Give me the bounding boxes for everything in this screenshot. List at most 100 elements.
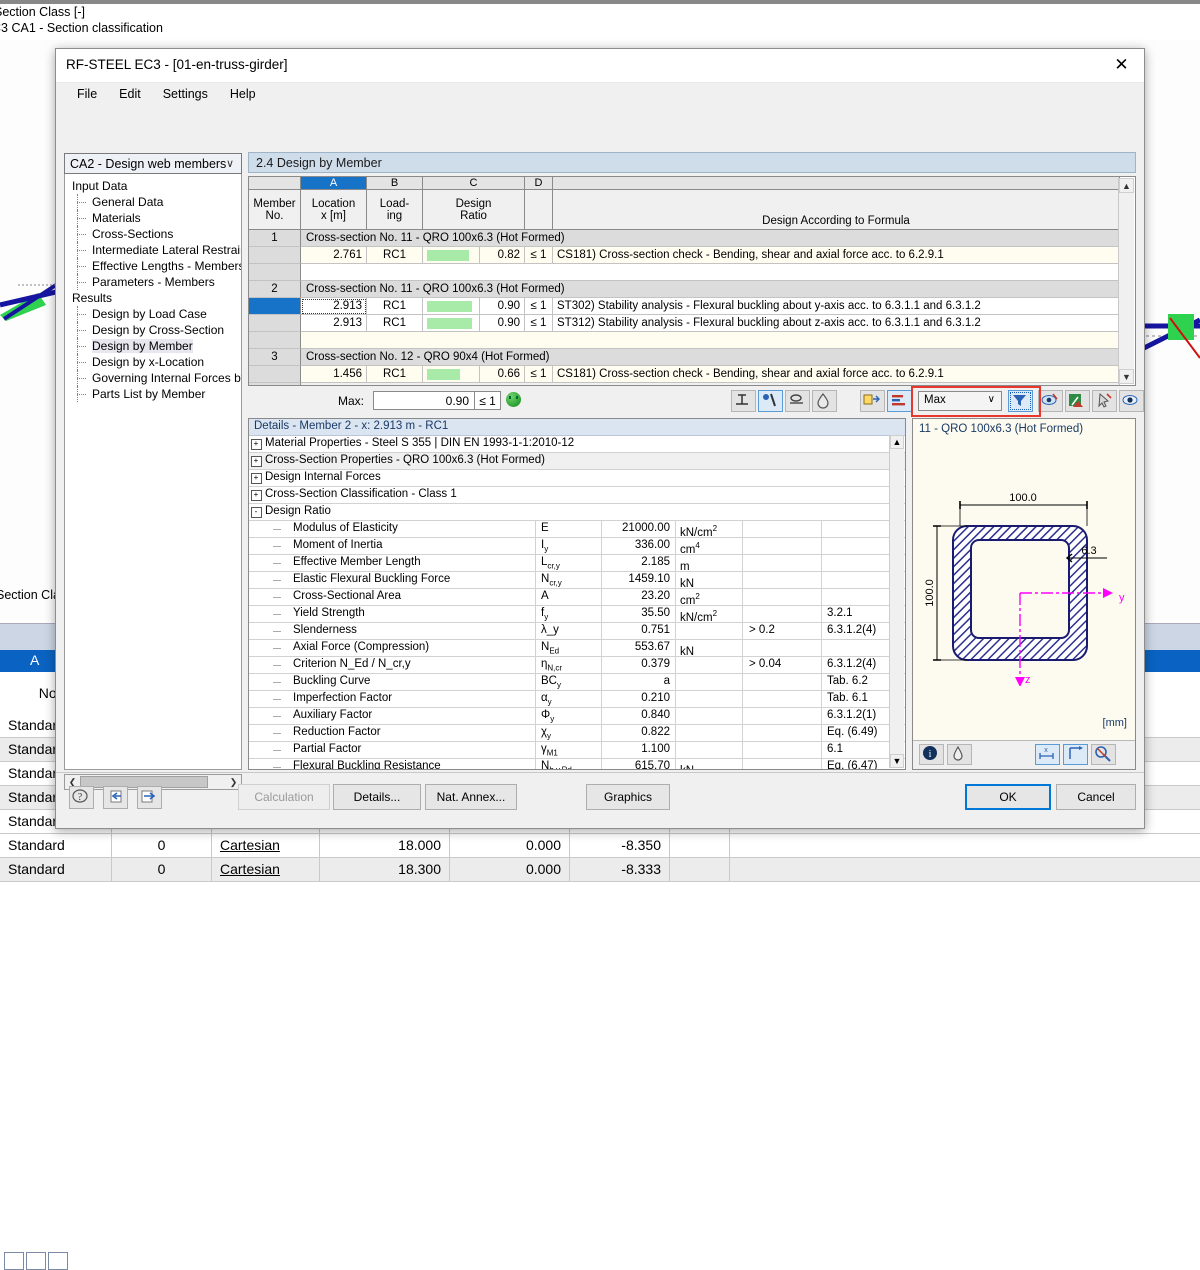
details-button[interactable]: Details...: [333, 784, 421, 810]
cell-loading[interactable]: RC1: [367, 247, 423, 264]
chevron-down-icon[interactable]: ∨: [226, 157, 234, 170]
close-icon[interactable]: ✕: [1099, 49, 1144, 81]
details-section-design-internal-forces[interactable]: + Design Internal Forces: [249, 470, 905, 487]
tree-item-cross-sections[interactable]: Cross-Sections: [65, 226, 241, 242]
help-icon[interactable]: ?: [69, 786, 94, 809]
ok-button[interactable]: OK: [965, 784, 1051, 810]
col-letter-c[interactable]: C: [423, 177, 525, 190]
table-row[interactable]: 2.761 RC1 0.82 ≤ 1 CS181) Cross-section …: [249, 247, 1135, 264]
tree-item-parameters-members[interactable]: Parameters - Members: [65, 274, 241, 290]
scroll-down-icon[interactable]: ▼: [890, 754, 904, 768]
tree-item-governing-internal-forces[interactable]: Governing Internal Forces by M: [65, 370, 241, 386]
color-spectrum-icon[interactable]: [812, 390, 837, 412]
results-toolbar[interactable]: Max: 0.90 ≤ 1 Max ∨: [248, 386, 1144, 417]
detail-row[interactable]: Modulus of Elasticity E 21000.00 kN/cm2: [249, 521, 905, 539]
row-header[interactable]: [249, 366, 301, 383]
cross-section-toolbar[interactable]: i x: [913, 740, 1135, 769]
cell-loading[interactable]: RC1: [367, 298, 423, 315]
detail-row[interactable]: Imperfection Factor αy 0.210 Tab. 6.1: [249, 691, 905, 708]
cancel-button[interactable]: Cancel: [1056, 784, 1136, 810]
detail-row[interactable]: Slenderness λ_y 0.751 > 0.2 6.3.1.2(4): [249, 623, 905, 640]
max-value-field[interactable]: 0.90: [373, 391, 475, 410]
col-letter-b[interactable]: B: [367, 177, 423, 190]
detail-row[interactable]: Flexural Buckling Resistance Nb,y,Rd 615.7…: [249, 759, 905, 769]
details-section-cross-section-properties[interactable]: + Cross-Section Properties - QRO 100x6.3…: [249, 453, 905, 470]
table-icon-2[interactable]: [26, 1252, 46, 1270]
visibility-eye-icon[interactable]: [1119, 390, 1144, 412]
menubar[interactable]: File Edit Settings Help: [56, 83, 1144, 105]
dialog-titlebar[interactable]: RF-STEEL EC3 - [01-en-truss-girder] ✕: [56, 49, 1144, 83]
table-icon-1[interactable]: [4, 1252, 24, 1270]
result-diagram-icon[interactable]: [758, 390, 783, 412]
next-icon[interactable]: [137, 786, 162, 809]
zoom-icon[interactable]: [1091, 744, 1116, 765]
table-icon-3[interactable]: [48, 1252, 68, 1270]
rf-steel-ec3-dialog[interactable]: RF-STEEL EC3 - [01-en-truss-girder] ✕ Fi…: [55, 48, 1145, 829]
table-row[interactable]: Standard 0 Cartesian 18.300 0.000 -8.333: [0, 858, 1200, 882]
row-header[interactable]: [249, 315, 301, 332]
tree-item-parts-list-by-member[interactable]: Parts List by Member: [65, 386, 241, 402]
col-letter-a[interactable]: A: [301, 177, 367, 190]
details-vertical-scrollbar[interactable]: ▲ ▼: [889, 435, 904, 768]
member-no[interactable]: 1: [249, 230, 301, 247]
excel-export-icon[interactable]: [1065, 390, 1090, 412]
member-no[interactable]: 3: [249, 349, 301, 366]
detail-row[interactable]: Criterion N_Ed / N_cr,y ηN,cr 0.379 > 0.04 6…: [249, 657, 905, 674]
menu-file[interactable]: File: [68, 85, 106, 103]
tree-item-effective-lengths-members[interactable]: Effective Lengths - Members: [65, 258, 241, 274]
cell-location[interactable]: 1.456: [301, 366, 367, 383]
cell-loading[interactable]: RC1: [367, 366, 423, 383]
table-row[interactable]: 1.456 RC1 0.66 ≤ 1 CS181) Cross-section …: [249, 366, 1135, 383]
tree-item-intermediate-lateral-restraints[interactable]: Intermediate Lateral Restraints: [65, 242, 241, 258]
detail-row[interactable]: Effective Member Length Lcr,y 2.185 m: [249, 555, 905, 573]
cell-loading[interactable]: RC1: [367, 315, 423, 332]
menu-settings[interactable]: Settings: [154, 85, 217, 103]
tree-item-design-by-cross-section[interactable]: Design by Cross-Section: [65, 322, 241, 338]
cell-location[interactable]: 2.913: [301, 298, 367, 315]
tree-item-results[interactable]: Results: [65, 290, 241, 306]
view-mode-icon[interactable]: [1038, 390, 1063, 412]
tree-item-materials[interactable]: Materials: [65, 210, 241, 226]
col-letter-d[interactable]: D: [525, 177, 553, 190]
navigator-tree[interactable]: Input Data General Data Materials Cross-…: [64, 174, 242, 770]
row-header[interactable]: [249, 332, 301, 349]
cell-ratio-value[interactable]: 0.66: [480, 366, 525, 383]
detail-row[interactable]: Cross-Sectional Area A 23.20 cm2: [249, 589, 905, 607]
detail-row[interactable]: Partial Factor γM1 1.100 6.1: [249, 742, 905, 759]
row-header-selected[interactable]: [249, 298, 301, 315]
expander-icon[interactable]: +: [249, 453, 263, 469]
tree-item-input-data[interactable]: Input Data: [65, 178, 241, 194]
cell-ratio-value[interactable]: 0.90: [480, 298, 525, 315]
grid-group-row[interactable]: 3 Cross-section No. 12 - QRO 90x4 (Hot F…: [249, 349, 1135, 366]
details-section-design-ratio[interactable]: - Design Ratio: [249, 504, 905, 521]
expander-icon[interactable]: -: [249, 504, 263, 520]
expander-icon[interactable]: +: [249, 436, 263, 452]
detail-row[interactable]: Moment of Inertia Iy 336.00 cm4: [249, 538, 905, 556]
row-header[interactable]: [249, 383, 301, 385]
cell-ratio-value[interactable]: 0.82: [480, 247, 525, 264]
expander-icon[interactable]: +: [249, 470, 263, 486]
row-header[interactable]: [249, 264, 301, 281]
dimension-x-icon[interactable]: x: [1035, 744, 1060, 765]
col-letter-e[interactable]: [553, 177, 1120, 190]
calculation-button[interactable]: Calculation: [238, 784, 330, 810]
detail-row[interactable]: Auxiliary Factor Φy 0.840 6.3.1.2(1): [249, 708, 905, 725]
details-section-cross-section-classification[interactable]: + Cross-Section Classification - Class 1: [249, 487, 905, 504]
table-row[interactable]: Standard 0 Cartesian 18.000 0.000 -8.350: [0, 834, 1200, 858]
result-values-icon[interactable]: [731, 390, 756, 412]
menu-help[interactable]: Help: [221, 85, 265, 103]
detail-row[interactable]: Axial Force (Compression) NEd 553.67 kN: [249, 640, 905, 658]
design-case-combo[interactable]: CA2 - Design web members ∨: [64, 153, 242, 174]
color-drop-icon[interactable]: [947, 744, 972, 765]
expander-icon[interactable]: +: [249, 487, 263, 503]
cell-ratio-value[interactable]: 0.90: [480, 315, 525, 332]
detail-row[interactable]: Elastic Flexural Buckling Force Ncr,y 1459…: [249, 572, 905, 590]
tree-item-general-data[interactable]: General Data: [65, 194, 241, 210]
bar-chart-icon[interactable]: [887, 390, 912, 412]
cross-section-panel[interactable]: 11 - QRO 100x6.3 (Hot Formed) 100.0 100.…: [912, 418, 1136, 770]
detail-row[interactable]: Buckling Curve BCy a Tab. 6.2: [249, 674, 905, 691]
details-section-material-properties[interactable]: + Material Properties - Steel S 355 | DI…: [249, 436, 905, 453]
tree-item-design-by-x-location[interactable]: Design by x-Location: [65, 354, 241, 370]
info-icon[interactable]: i: [919, 744, 944, 765]
graphics-button[interactable]: Graphics: [586, 784, 670, 810]
